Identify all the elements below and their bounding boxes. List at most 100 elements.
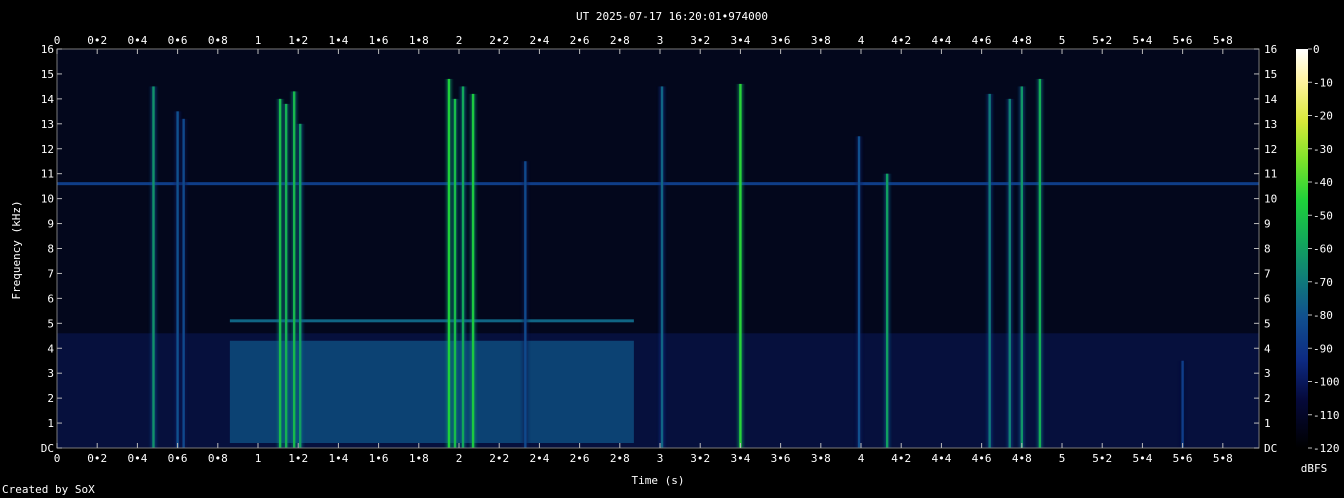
- x-tick-label: 4: [858, 452, 865, 465]
- y-tick-label: 16: [1264, 43, 1277, 56]
- x-tick-label: 1•4: [328, 34, 348, 47]
- x-tick-label: 3•2: [690, 34, 710, 47]
- y-tick-label: 10: [41, 193, 54, 206]
- colorbar-tick-label: 0: [1313, 43, 1320, 56]
- transient-line: [660, 86, 664, 448]
- transient-line: [182, 118, 185, 448]
- x-tick-label: 1•2: [288, 452, 308, 465]
- x-tick-label: 4•6: [972, 452, 992, 465]
- x-tick-label: 1•6: [369, 452, 389, 465]
- y-tick-label: 2: [1264, 392, 1271, 405]
- x-tick-label: 1•6: [369, 34, 389, 47]
- x-tick-label: 2•8: [610, 34, 630, 47]
- x-tick-label: 3: [657, 452, 664, 465]
- transient-line: [278, 98, 282, 448]
- x-tick-label: 0•4: [127, 452, 147, 465]
- x-tick-label: 3•4: [730, 452, 750, 465]
- x-tick-label: 5•4: [1132, 34, 1152, 47]
- x-tick-label: 4•4: [931, 34, 951, 47]
- x-tick-label: 5•2: [1092, 452, 1112, 465]
- x-tick-label: 4•2: [891, 34, 911, 47]
- transient-line: [885, 173, 889, 448]
- x-tick-label: 5•2: [1092, 34, 1112, 47]
- x-tick-label: 4•8: [1012, 452, 1032, 465]
- x-tick-label: 3•2: [690, 452, 710, 465]
- low-band-region: [229, 340, 634, 444]
- colorbar-tick-label: -120: [1313, 442, 1340, 455]
- y-tick-label: 15: [41, 68, 54, 81]
- transient-line: [857, 136, 861, 448]
- y-tick-label: 1: [47, 417, 54, 430]
- x-tick-label: 2•6: [570, 452, 590, 465]
- y-tick-label: 13: [1264, 118, 1277, 131]
- credit-text: Created by SoX: [2, 483, 95, 496]
- x-tick-label: 3•8: [811, 452, 831, 465]
- colorbar-tick-label: -90: [1313, 342, 1333, 355]
- y-tick-label: 13: [41, 118, 54, 131]
- tone-line: [57, 182, 1259, 186]
- x-tick-label: 2: [456, 34, 463, 47]
- x-tick-label: 1•4: [328, 452, 348, 465]
- x-tick-label: 0: [54, 452, 61, 465]
- x-tick-label: 4•2: [891, 452, 911, 465]
- colorbar-tick-label: -20: [1313, 110, 1333, 123]
- y-tick-label: 16: [41, 43, 54, 56]
- y-tick-label: 11: [1264, 168, 1277, 181]
- x-tick-label: 2: [456, 452, 463, 465]
- x-tick-label: 1•8: [409, 34, 429, 47]
- x-tick-label: 2•2: [489, 452, 509, 465]
- x-tick-label: 5: [1059, 452, 1066, 465]
- x-tick-label: 2•6: [570, 34, 590, 47]
- x-tick-label: 3: [657, 34, 664, 47]
- y-tick-label: 12: [1264, 143, 1277, 156]
- x-tick-label: 0•4: [127, 34, 147, 47]
- transient-line: [461, 86, 465, 448]
- y-tick-label: 8: [47, 243, 54, 256]
- transient-line: [447, 78, 451, 449]
- x-tick-label: 5•6: [1173, 452, 1193, 465]
- y-tick-label: DC: [1264, 442, 1277, 455]
- y-tick-label: 4: [47, 342, 54, 355]
- x-tick-label: 0: [54, 34, 61, 47]
- x-tick-label: 1•8: [409, 452, 429, 465]
- colorbar-tick-label: -70: [1313, 276, 1333, 289]
- x-tick-label: 5•8: [1213, 34, 1233, 47]
- transient-line: [453, 98, 457, 448]
- y-tick-label: 4: [1264, 342, 1271, 355]
- x-tick-label: 2•4: [529, 34, 549, 47]
- colorbar: [1296, 49, 1308, 448]
- transient-line: [739, 83, 742, 448]
- colorbar-tick-labels: 0 -10 -20 -30 -40 -50 -60 -70 -80 -90 -100 -110 -120: [1308, 43, 1340, 455]
- transient-line: [1038, 78, 1042, 449]
- chart-title: UT 2025-07-17 16:20:01•974000: [576, 10, 768, 23]
- colorbar-tick-label: -30: [1313, 143, 1333, 156]
- transient-line: [1181, 360, 1184, 448]
- y-tick-label: 3: [47, 367, 54, 380]
- transient-line: [299, 123, 302, 448]
- y-tick-label: 7: [47, 267, 54, 280]
- y-tick-label: 12: [41, 143, 54, 156]
- x-tick-label: 4•8: [1012, 34, 1032, 47]
- x-tick-label: 2•4: [529, 452, 549, 465]
- y-axis-label: Frequency (kHz): [10, 200, 23, 299]
- spectrogram-chart: UT 2025-07-17 16:20:01•974000 0 0•2 0•4 0•6…: [10, 10, 1340, 487]
- colorbar-tick-label: -60: [1313, 243, 1333, 256]
- x-tick-label: 0•6: [168, 34, 188, 47]
- x-tick-label: 5: [1059, 34, 1066, 47]
- y-tick-label: 7: [1264, 267, 1271, 280]
- transient-line: [292, 91, 296, 449]
- y-tick-label: 9: [47, 218, 54, 231]
- transient-line: [176, 111, 179, 448]
- transient-line: [988, 93, 991, 448]
- y-tick-label: 10: [1264, 193, 1277, 206]
- x-tick-label: 3•4: [730, 34, 750, 47]
- transient-line: [524, 161, 527, 448]
- y-tick-label: 8: [1264, 243, 1271, 256]
- y-tick-label: 14: [41, 93, 55, 106]
- x-tick-label: 5•6: [1173, 34, 1193, 47]
- x-tick-label: 1: [255, 452, 262, 465]
- y-tick-label: 3: [1264, 367, 1271, 380]
- y-tick-label: 15: [1264, 68, 1277, 81]
- tone-line: [229, 319, 634, 323]
- x-tick-label: 4•4: [931, 452, 951, 465]
